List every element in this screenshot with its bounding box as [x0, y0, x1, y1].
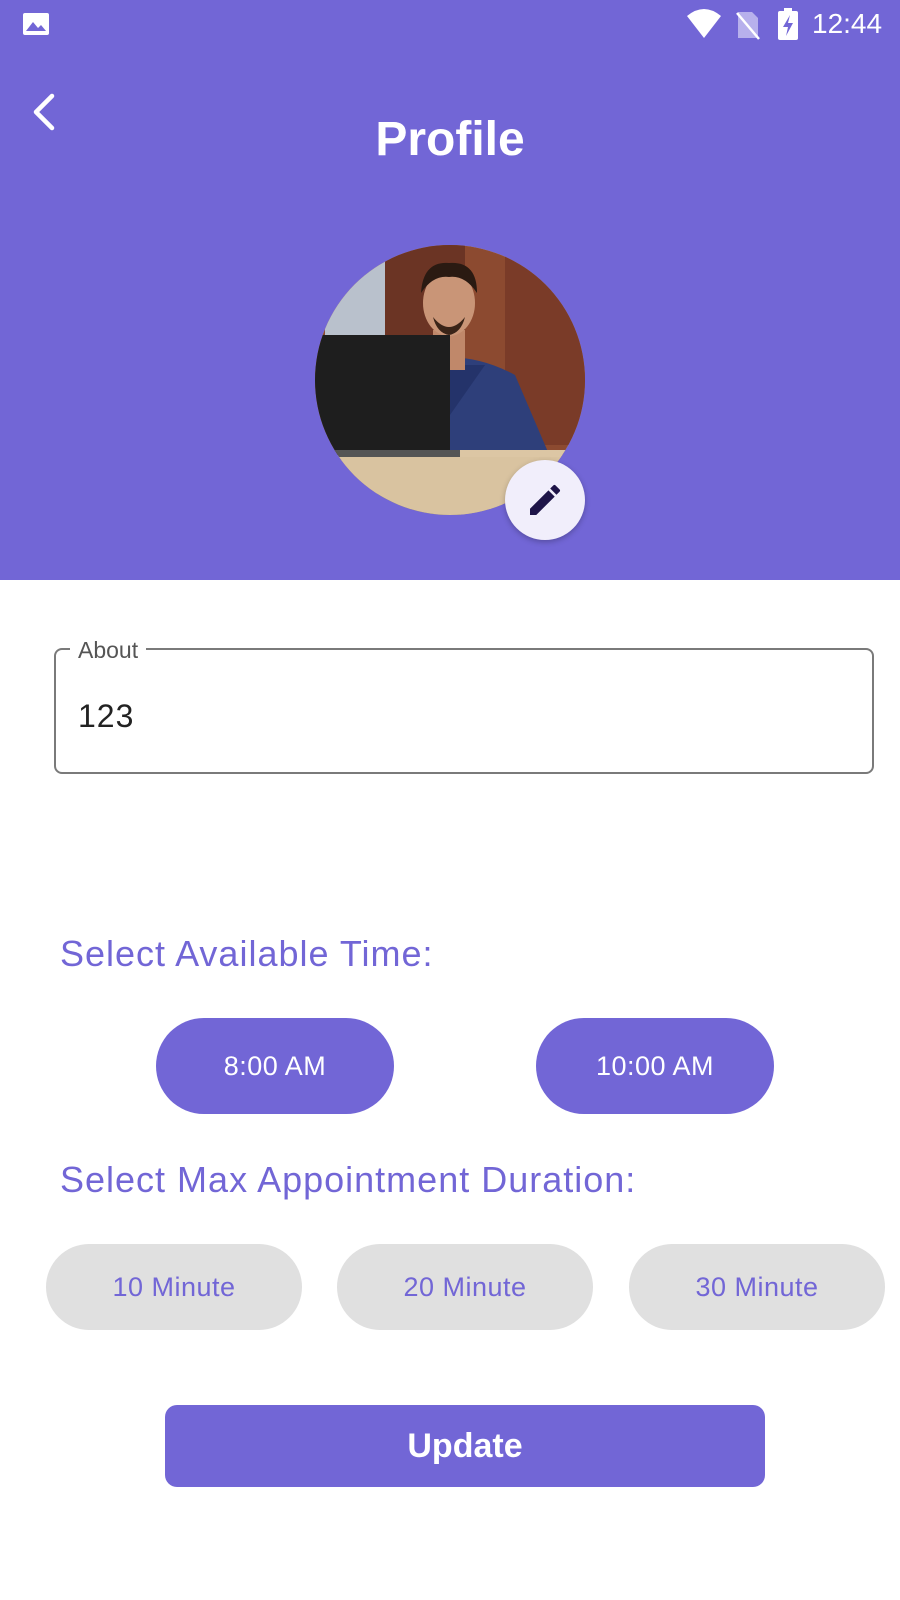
duration-heading: Select Max Appointment Duration:: [60, 1159, 637, 1200]
page-title: Profile: [375, 113, 525, 166]
gallery-icon: [23, 13, 49, 35]
about-value[interactable]: 123: [78, 696, 134, 736]
duration-chip-20[interactable]: 20 Minute: [337, 1244, 593, 1330]
battery-charging-icon: [778, 8, 798, 40]
pencil-icon: [530, 484, 561, 515]
about-field[interactable]: [54, 648, 874, 774]
update-button[interactable]: Update: [165, 1405, 765, 1487]
duration-chip-30[interactable]: 30 Minute: [629, 1244, 885, 1330]
edit-avatar-button[interactable]: [505, 460, 585, 540]
wifi-icon: [687, 9, 721, 38]
available-time-heading: Select Available Time:: [60, 933, 434, 974]
duration-chip-10[interactable]: 10 Minute: [46, 1244, 302, 1330]
status-time: 12:44: [812, 8, 883, 39]
status-bar: 12:44: [0, 0, 900, 50]
end-time-button[interactable]: 10:00 AM: [536, 1018, 774, 1114]
header-curve: [0, 580, 900, 1600]
no-sim-icon: [736, 12, 760, 40]
start-time-button[interactable]: 8:00 AM: [156, 1018, 394, 1114]
about-label: About: [70, 636, 147, 664]
